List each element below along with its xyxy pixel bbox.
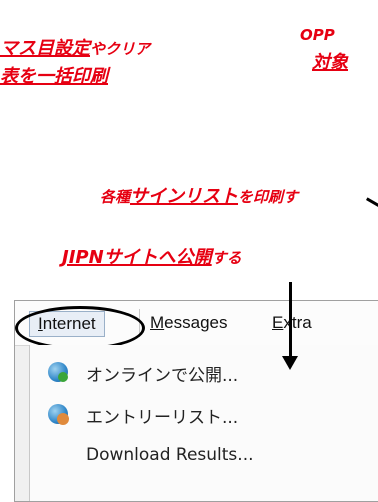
annotation-rest: する bbox=[211, 249, 242, 267]
pointer-arrow-head bbox=[282, 356, 298, 370]
annotation-sign-list: 各種サインリストを印刷す bbox=[100, 182, 298, 208]
annotation-target: 対象 bbox=[312, 48, 348, 74]
internet-dropdown-menu: オンラインで公開... エントリーリスト... Download Results… bbox=[29, 345, 378, 501]
menu-label: essages bbox=[164, 313, 228, 332]
annotation-publish-jipn: JIPNサイトへ公開する bbox=[62, 243, 242, 269]
pointer-arrow bbox=[289, 282, 292, 360]
annotation-strong: 表を一括印刷 bbox=[0, 66, 108, 87]
menu-item-label: Download Results... bbox=[86, 445, 254, 465]
annotation-strong: マス目設定 bbox=[0, 38, 90, 59]
menu-label: xtra bbox=[283, 313, 312, 332]
menu-item-publish-online[interactable]: オンラインで公開... bbox=[30, 353, 378, 391]
app-window: Internet Messages Extra オンラインで公開... エントリ… bbox=[14, 300, 378, 502]
menu-item-download-results[interactable]: Download Results... bbox=[30, 437, 378, 475]
annotation-prefix: 各種 bbox=[100, 188, 131, 206]
menu-item-label: オンラインで公開... bbox=[86, 366, 239, 386]
annotation-rest: やクリア bbox=[90, 40, 151, 58]
annotation-rest: を印刷す bbox=[238, 188, 299, 206]
menu-messages[interactable]: Messages bbox=[150, 311, 228, 335]
annotation-text: OPP bbox=[300, 26, 335, 44]
menu-mnemonic: E bbox=[272, 313, 284, 332]
annotation-strong: サインリスト bbox=[130, 186, 239, 207]
menu-item-entry-list[interactable]: エントリーリスト... bbox=[30, 395, 378, 433]
globe-icon bbox=[48, 362, 68, 382]
globe-user-icon bbox=[48, 404, 69, 425]
menu-bar: Internet Messages Extra bbox=[15, 301, 378, 350]
pointer-arrow bbox=[366, 197, 378, 215]
annotation-strong: 対象 bbox=[312, 52, 348, 73]
menu-mnemonic: M bbox=[150, 313, 165, 332]
annotation-grid-settings: マス目設定やクリア bbox=[0, 34, 150, 60]
annotation-batch-print: 表を一括印刷 bbox=[0, 62, 108, 88]
highlight-circle bbox=[15, 306, 145, 350]
menu-item-label: エントリーリスト... bbox=[86, 408, 239, 428]
annotation-opp: OPP bbox=[300, 26, 335, 44]
annotation-strong: JIPNサイトへ公開 bbox=[62, 247, 212, 268]
